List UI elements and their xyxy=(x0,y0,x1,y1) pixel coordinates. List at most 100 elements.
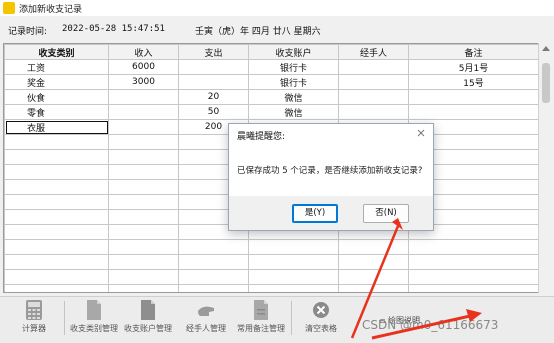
table-row[interactable] xyxy=(4,239,538,255)
account-manage-label: 收支账户管理 xyxy=(124,324,172,333)
cell-category[interactable]: 奖金 xyxy=(4,74,109,90)
cell-category[interactable]: 工资 xyxy=(4,59,109,75)
cell-expense[interactable]: 20 xyxy=(178,89,249,105)
cell-note[interactable] xyxy=(408,89,538,105)
cell-account[interactable]: 银行卡 xyxy=(248,74,339,90)
vertical-scrollbar[interactable] xyxy=(538,43,553,293)
table-row[interactable] xyxy=(4,269,538,285)
cell-expense[interactable] xyxy=(178,74,249,90)
table-row[interactable] xyxy=(4,284,538,292)
cell-expense[interactable] xyxy=(178,269,249,285)
cell-handler[interactable] xyxy=(338,239,409,255)
cell-account[interactable] xyxy=(248,239,339,255)
cell-handler[interactable] xyxy=(338,59,409,75)
cell-handler[interactable] xyxy=(338,89,409,105)
cell-note[interactable] xyxy=(408,269,538,285)
column-header-account[interactable]: 收支账户 xyxy=(248,44,339,60)
cell-category[interactable]: 衣服 xyxy=(4,119,109,135)
cell-account[interactable]: 微信 xyxy=(248,89,339,105)
cell-category[interactable] xyxy=(4,239,109,255)
column-header-expense[interactable]: 支出 xyxy=(178,44,249,60)
cell-income[interactable] xyxy=(108,209,179,225)
table-row[interactable] xyxy=(4,254,538,270)
hand-icon xyxy=(198,306,214,316)
watermark-text: CSDN @m0_61166673 xyxy=(362,318,499,332)
table-row[interactable]: 奖金 3000 银行卡 15号 xyxy=(4,74,538,90)
cell-category[interactable]: 零食 xyxy=(4,104,109,120)
cell-note[interactable]: 15号 xyxy=(408,74,538,90)
cell-note[interactable] xyxy=(408,254,538,270)
cell-category[interactable] xyxy=(4,254,109,270)
column-header-note[interactable]: 备注 xyxy=(408,44,538,60)
cell-income[interactable] xyxy=(108,254,179,270)
cell-category[interactable] xyxy=(4,179,109,195)
cell-note[interactable] xyxy=(408,104,538,120)
column-header-handler[interactable]: 经手人 xyxy=(338,44,409,60)
cell-account[interactable] xyxy=(248,254,339,270)
table-row[interactable]: 工资 6000 银行卡 5月1号 xyxy=(4,59,538,75)
no-button[interactable]: 否(N) xyxy=(363,204,409,223)
cell-income[interactable] xyxy=(108,224,179,240)
close-icon[interactable] xyxy=(415,127,427,139)
cell-note[interactable]: 5月1号 xyxy=(408,59,538,75)
cell-category[interactable] xyxy=(4,269,109,285)
category-manage-label: 收支类别管理 xyxy=(70,324,118,333)
cell-income[interactable] xyxy=(108,194,179,210)
cell-expense[interactable] xyxy=(178,284,249,292)
cell-income[interactable]: 6000 xyxy=(108,59,179,75)
cell-income[interactable] xyxy=(108,104,179,120)
category-manage-button[interactable]: 收支类别管理 xyxy=(66,299,122,334)
cell-note[interactable] xyxy=(408,239,538,255)
table-row[interactable]: 伙食 20 微信 xyxy=(4,89,538,105)
cell-handler[interactable] xyxy=(338,74,409,90)
cell-category[interactable] xyxy=(4,194,109,210)
cell-handler[interactable] xyxy=(338,269,409,285)
cell-income[interactable] xyxy=(108,89,179,105)
cell-income[interactable] xyxy=(108,284,179,292)
column-header-income[interactable]: 收入 xyxy=(108,44,179,60)
cell-handler[interactable] xyxy=(338,104,409,120)
cell-income[interactable] xyxy=(108,269,179,285)
cell-expense[interactable] xyxy=(178,254,249,270)
document-icon xyxy=(254,300,268,320)
scroll-up-arrow-icon[interactable] xyxy=(542,46,550,51)
account-manage-button[interactable]: 收支账户管理 xyxy=(120,299,176,334)
cell-expense[interactable] xyxy=(178,59,249,75)
cell-income[interactable]: 3000 xyxy=(108,74,179,90)
scroll-thumb[interactable] xyxy=(542,63,550,103)
cell-income[interactable] xyxy=(108,164,179,180)
cell-account[interactable]: 微信 xyxy=(248,104,339,120)
handler-manage-button[interactable]: 经手人管理 xyxy=(178,299,234,334)
cell-category[interactable] xyxy=(4,134,109,150)
cell-expense[interactable]: 50 xyxy=(178,104,249,120)
note-manage-label: 常用备注管理 xyxy=(237,324,285,333)
cell-income[interactable] xyxy=(108,179,179,195)
cell-income[interactable] xyxy=(108,149,179,165)
yes-button[interactable]: 是(Y) xyxy=(292,204,338,223)
cell-account[interactable] xyxy=(248,269,339,285)
cell-category[interactable] xyxy=(4,284,109,292)
calculator-button[interactable]: 计算器 xyxy=(6,299,62,334)
cell-income[interactable] xyxy=(108,239,179,255)
column-header-category[interactable]: 收支类别 xyxy=(4,44,109,60)
cell-account[interactable]: 银行卡 xyxy=(248,59,339,75)
cell-category[interactable]: 伙食 xyxy=(4,89,109,105)
cell-category[interactable] xyxy=(4,149,109,165)
cell-handler[interactable] xyxy=(338,284,409,292)
table-row[interactable]: 零食 50 微信 xyxy=(4,104,538,120)
cell-category[interactable] xyxy=(4,209,109,225)
note-manage-button[interactable]: 常用备注管理 xyxy=(233,299,289,334)
document-icon xyxy=(141,300,155,320)
cell-account[interactable] xyxy=(248,284,339,292)
clear-table-button[interactable]: 清空表格 xyxy=(293,299,349,334)
header-row: 收支类别 收入 支出 收支账户 经手人 备注 xyxy=(4,44,538,60)
cell-category[interactable] xyxy=(4,164,109,180)
cell-income[interactable] xyxy=(108,134,179,150)
cell-expense[interactable] xyxy=(178,239,249,255)
cell-category[interactable] xyxy=(4,224,109,240)
cell-handler[interactable] xyxy=(338,254,409,270)
cell-income[interactable] xyxy=(108,119,179,135)
toolbar-separator xyxy=(64,301,65,335)
cell-note[interactable] xyxy=(408,284,538,292)
dialog-button-bar: 是(Y) 否(N) xyxy=(229,196,433,230)
